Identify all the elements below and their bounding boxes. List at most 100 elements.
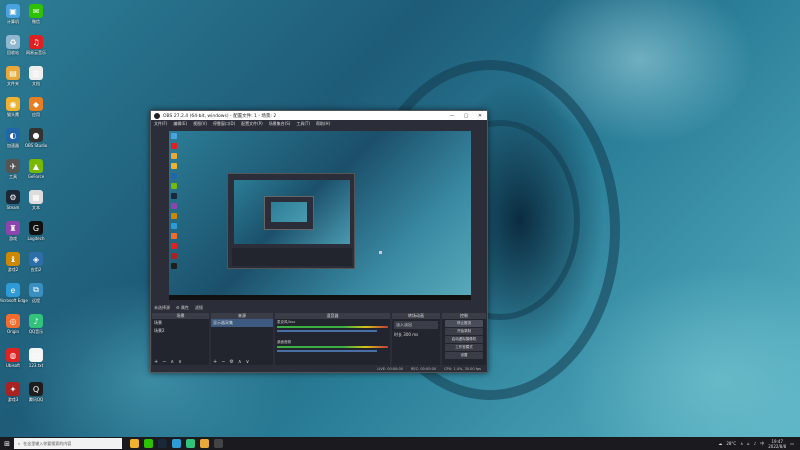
desktop-icon[interactable]: ▭ 123.txt bbox=[23, 348, 49, 368]
studio-mode-button[interactable]: 工作室模式 bbox=[445, 344, 483, 351]
clock[interactable]: 19:47 2022/8/8 bbox=[768, 439, 786, 449]
app-icon: ◈ bbox=[29, 252, 43, 266]
remove-scene-button[interactable]: − bbox=[162, 359, 166, 365]
scene-item[interactable]: 场景 bbox=[152, 319, 209, 327]
desktop-icon[interactable]: ◆ 应用 bbox=[23, 97, 49, 118]
mixer-dock: 混音器 麦克风/Aux 桌面音频 bbox=[275, 313, 390, 365]
duration-field[interactable]: 时长 300 ms bbox=[392, 331, 440, 339]
taskbar-app-icon[interactable] bbox=[130, 439, 139, 448]
controls-header: 控制 bbox=[442, 313, 486, 319]
sources-footer: + − ⚙ ∧ ∨ bbox=[211, 358, 273, 365]
move-down-icon[interactable]: ∨ bbox=[178, 359, 182, 365]
move-up-icon[interactable]: ∧ bbox=[170, 359, 174, 365]
taskbar-search-input[interactable]: ⌕ 在这里输入你要搜索的内容 bbox=[14, 438, 122, 449]
desktop-icon[interactable]: ✉ 微信 bbox=[23, 4, 49, 25]
app-icon: ▣ bbox=[6, 4, 20, 18]
desktop-icon-label: OBS Studio bbox=[24, 143, 48, 148]
menu-view[interactable]: 视图(V) bbox=[193, 121, 207, 127]
menu-profile[interactable]: 配置文件(P) bbox=[241, 121, 263, 127]
taskbar-app-icon[interactable] bbox=[158, 439, 167, 448]
source-resize-handle[interactable] bbox=[379, 251, 382, 254]
menu-docks[interactable]: 停靠窗口(D) bbox=[213, 121, 235, 127]
volume-slider[interactable] bbox=[277, 330, 377, 332]
menu-bar: 文件(F) 编辑(E) 视图(V) 停靠窗口(D) 配置文件(P) 场景集合(S… bbox=[151, 120, 487, 128]
stop-streaming-button[interactable]: 停止推流 bbox=[445, 320, 483, 327]
remove-source-button[interactable]: − bbox=[221, 359, 225, 365]
desktop-icon-label: 计算机 bbox=[7, 19, 19, 24]
desktop-icon[interactable]: ⧉ 远程 bbox=[23, 283, 49, 304]
filters-button[interactable]: 滤镜 bbox=[195, 305, 203, 311]
desktop-icon[interactable]: ♫ 网易云音乐 bbox=[23, 35, 49, 56]
weather-temp[interactable]: 28°C bbox=[726, 441, 736, 446]
menu-edit[interactable]: 编辑(E) bbox=[173, 121, 187, 127]
network-icon[interactable]: ⌂ bbox=[747, 441, 750, 446]
taskbar-app-icon[interactable] bbox=[214, 439, 223, 448]
desktop-icon[interactable]: G Logitech bbox=[23, 221, 49, 241]
desktop-icon-label: 应用 bbox=[32, 112, 40, 117]
desktop-icon[interactable]: ◈ 应用2 bbox=[23, 252, 49, 273]
status-bar: LIVE: 00:00:00 REC: 00:00:00 CPU: 1.4%, … bbox=[151, 365, 487, 372]
preview-canvas[interactable] bbox=[169, 131, 471, 300]
transition-select[interactable]: 淡入淡出 bbox=[394, 321, 438, 329]
gear-icon[interactable]: ⚙ bbox=[229, 359, 233, 365]
close-button[interactable]: ✕ bbox=[473, 113, 487, 119]
desktop-icon-label: 回收站 bbox=[7, 50, 19, 55]
desktop-icon-label: 猫头鹰 bbox=[7, 112, 19, 117]
taskbar-app-icon[interactable] bbox=[172, 439, 181, 448]
ime-indicator[interactable]: 中 bbox=[760, 441, 764, 447]
menu-help[interactable]: 帮助(H) bbox=[316, 121, 330, 127]
desktop-icon-label: 文档 bbox=[32, 81, 40, 86]
desktop-icon-label: 腾讯QQ bbox=[28, 397, 44, 402]
app-icon: ⧉ bbox=[29, 283, 43, 297]
taskbar-app-icon[interactable] bbox=[144, 439, 153, 448]
source-item[interactable]: 显示器采集 bbox=[211, 319, 273, 327]
menu-file[interactable]: 文件(F) bbox=[154, 121, 167, 127]
app-icon: ▦ bbox=[29, 190, 43, 204]
speaker-icon[interactable]: ♪ bbox=[754, 441, 757, 446]
desktop-icon[interactable]: ● OBS Studio bbox=[23, 128, 49, 148]
obs-window[interactable]: OBS 27.2.4 (64-bit, windows) - 配置文件: 1 -… bbox=[150, 110, 488, 373]
move-down-icon[interactable]: ∨ bbox=[246, 359, 250, 365]
scene-item[interactable]: 场景2 bbox=[152, 327, 209, 335]
desktop-icon-label: 文件夹 bbox=[7, 81, 19, 86]
docks-area: 场景 场景 场景2 + − ∧ ∨ 来源 显示器采集 + − ⚙ ∧ ∨ 混音器 bbox=[151, 313, 487, 365]
app-icon: ◎ bbox=[6, 314, 20, 328]
menu-scene-collection[interactable]: 场景集合(S) bbox=[269, 121, 291, 127]
desktop-icon[interactable]: ♪ QQ音乐 bbox=[23, 314, 49, 335]
app-icon: G bbox=[29, 221, 43, 235]
minimize-button[interactable]: — bbox=[445, 113, 459, 119]
notification-icon[interactable]: ▭ bbox=[790, 441, 794, 446]
preview-nested-obs bbox=[227, 173, 355, 269]
app-icon: ♻ bbox=[6, 35, 20, 49]
windows-start-icon[interactable]: ⊞ bbox=[0, 440, 14, 448]
transitions-header: 转场动画 bbox=[392, 313, 440, 319]
add-scene-button[interactable]: + bbox=[154, 359, 158, 365]
desktop-icon-label: 应用2 bbox=[30, 267, 42, 272]
taskbar-app-icon[interactable] bbox=[186, 439, 195, 448]
settings-button[interactable]: 设置 bbox=[445, 352, 483, 359]
desktop-icon[interactable]: ▲ GeForce bbox=[23, 159, 49, 179]
virtual-camera-button[interactable]: 启动虚拟摄像机 bbox=[445, 336, 483, 343]
move-up-icon[interactable]: ∧ bbox=[238, 359, 242, 365]
taskbar-app-icon[interactable] bbox=[200, 439, 209, 448]
properties-button[interactable]: ⚙ 属性 bbox=[176, 305, 189, 311]
app-icon: ⚙ bbox=[6, 190, 20, 204]
chevron-up-icon[interactable]: ∧ bbox=[740, 441, 743, 446]
volume-slider[interactable] bbox=[277, 350, 377, 352]
desktop-icon[interactable]: ▥ 文档 bbox=[23, 66, 49, 87]
desktop-icon[interactable]: Q 腾讯QQ bbox=[23, 382, 49, 403]
add-source-button[interactable]: + bbox=[213, 359, 217, 365]
weather-icon[interactable]: ☁ bbox=[718, 441, 722, 446]
start-recording-button[interactable]: 开始录制 bbox=[445, 328, 483, 335]
app-icon: ● bbox=[29, 128, 43, 142]
desktop-icon[interactable]: ▦ 文本 bbox=[23, 190, 49, 211]
desktop-icon-label: 网易云音乐 bbox=[26, 50, 46, 55]
maximize-button[interactable]: ▢ bbox=[459, 113, 473, 119]
menu-tools[interactable]: 工具(T) bbox=[296, 121, 310, 127]
taskbar: ⊞ ⌕ 在这里输入你要搜索的内容 ☁ 28°C ∧ ⌂ ♪ 中 19:47 20… bbox=[0, 437, 800, 450]
app-icon: ◍ bbox=[6, 348, 20, 362]
desktop-icon-label: 游戏3 bbox=[7, 397, 19, 402]
obs-titlebar[interactable]: OBS 27.2.4 (64-bit, windows) - 配置文件: 1 -… bbox=[151, 111, 487, 120]
volume-meter bbox=[277, 326, 388, 328]
channel-name: 桌面音频 bbox=[277, 340, 291, 344]
